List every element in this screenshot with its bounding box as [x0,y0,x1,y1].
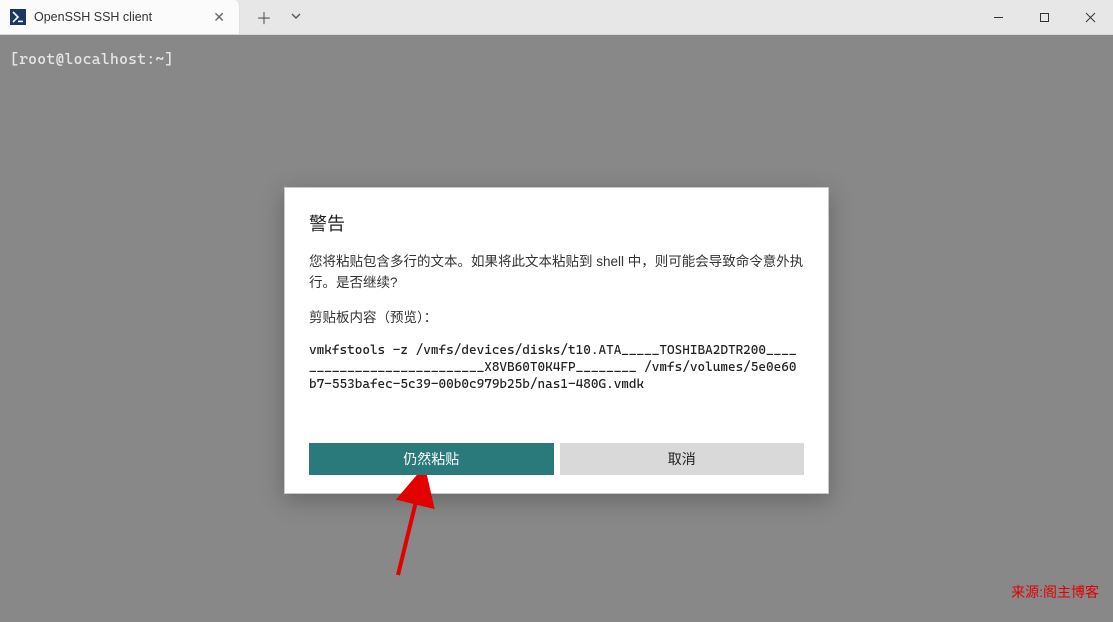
close-button[interactable] [1067,0,1113,34]
tab-actions: ＋ [240,0,318,34]
dialog-actions: 仍然粘贴 取消 [309,443,804,475]
dialog-body: 您将粘贴包含多行的文本。如果将此文本粘贴到 shell 中，则可能会导致命令意外… [309,252,804,393]
watermark-text: 来源:阁主博客 [1011,582,1099,602]
tab-dropdown-button[interactable] [286,6,306,29]
dialog-title: 警告 [309,210,804,236]
new-tab-button[interactable]: ＋ [252,1,276,33]
minimize-button[interactable] [975,0,1021,34]
shell-prompt: [root@localhost:~] [10,50,174,68]
clipboard-preview-text: vmkfstools -z /vmfs/devices/disks/t10.AT… [309,343,804,394]
cancel-button[interactable]: 取消 [560,443,805,475]
tab-close-button[interactable]: ✕ [209,9,229,26]
maximize-button[interactable] [1021,0,1067,34]
dialog-warning-text: 您将粘贴包含多行的文本。如果将此文本粘贴到 shell 中，则可能会导致命令意外… [309,252,804,294]
paste-warning-dialog: 警告 您将粘贴包含多行的文本。如果将此文本粘贴到 shell 中，则可能会导致命… [284,187,829,494]
clipboard-preview-label: 剪贴板内容（预览）： [309,308,804,329]
tab-title: OpenSSH SSH client [34,10,201,24]
tab-ssh[interactable]: OpenSSH SSH client ✕ [0,0,240,34]
powershell-icon [10,9,26,25]
titlebar: OpenSSH SSH client ✕ ＋ [0,0,1113,35]
terminal[interactable]: [root@localhost:~] 警告 您将粘贴包含多行的文本。如果将此文本… [0,35,1113,622]
paste-anyway-button[interactable]: 仍然粘贴 [309,443,554,475]
window-buttons [975,0,1113,34]
